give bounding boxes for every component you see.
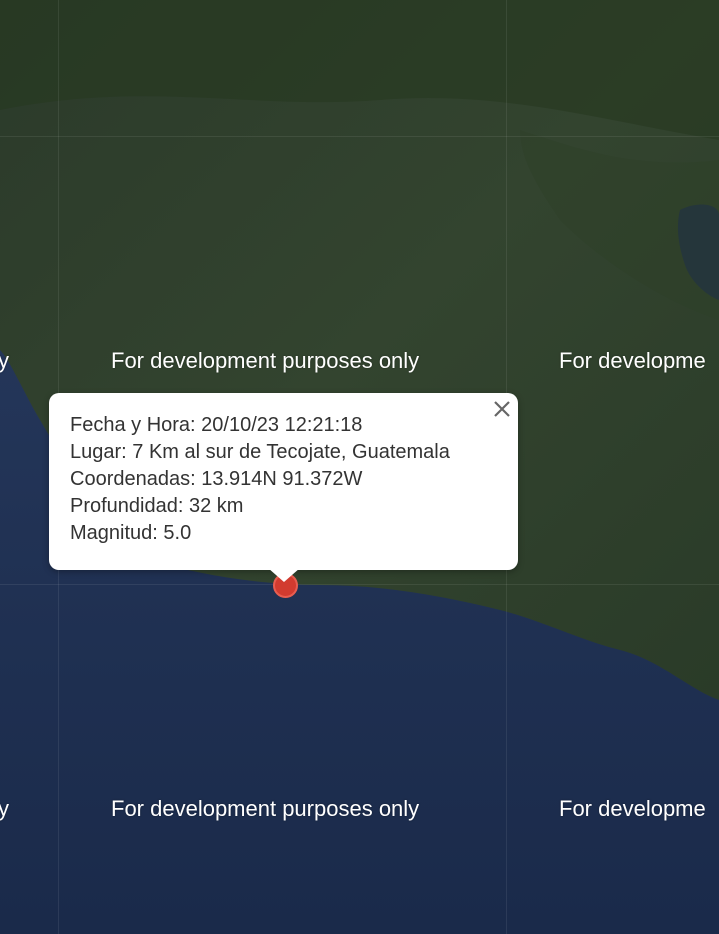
map-view[interactable]: For development purposes only For develo… [0, 0, 719, 934]
popup-datetime: Fecha y Hora: 20/10/23 12:21:18 [70, 414, 363, 436]
tile-boundary [0, 136, 719, 137]
popup-depth: Profundidad: 32 km [70, 495, 244, 517]
popup-location: Lugar: 7 Km al sur de Tecojate, Guatemal… [70, 441, 450, 463]
dev-watermark: For development purposes only [111, 348, 420, 373]
dev-watermark: y [0, 796, 9, 821]
dev-watermark: For developme [559, 796, 706, 821]
dev-watermark: For development purposes only [111, 796, 420, 821]
close-icon [494, 401, 510, 417]
close-button[interactable] [490, 397, 514, 421]
tile-boundary [0, 584, 719, 585]
dev-watermark: For developme [559, 348, 706, 373]
info-window-pointer [268, 568, 300, 582]
dev-watermark: y [0, 348, 9, 373]
info-window: Fecha y Hora: 20/10/23 12:21:18 Lugar: 7… [49, 393, 518, 570]
popup-magnitude: Magnitud: 5.0 [70, 522, 192, 544]
popup-coordinates: Coordenadas: 13.914N 91.372W [70, 468, 363, 490]
